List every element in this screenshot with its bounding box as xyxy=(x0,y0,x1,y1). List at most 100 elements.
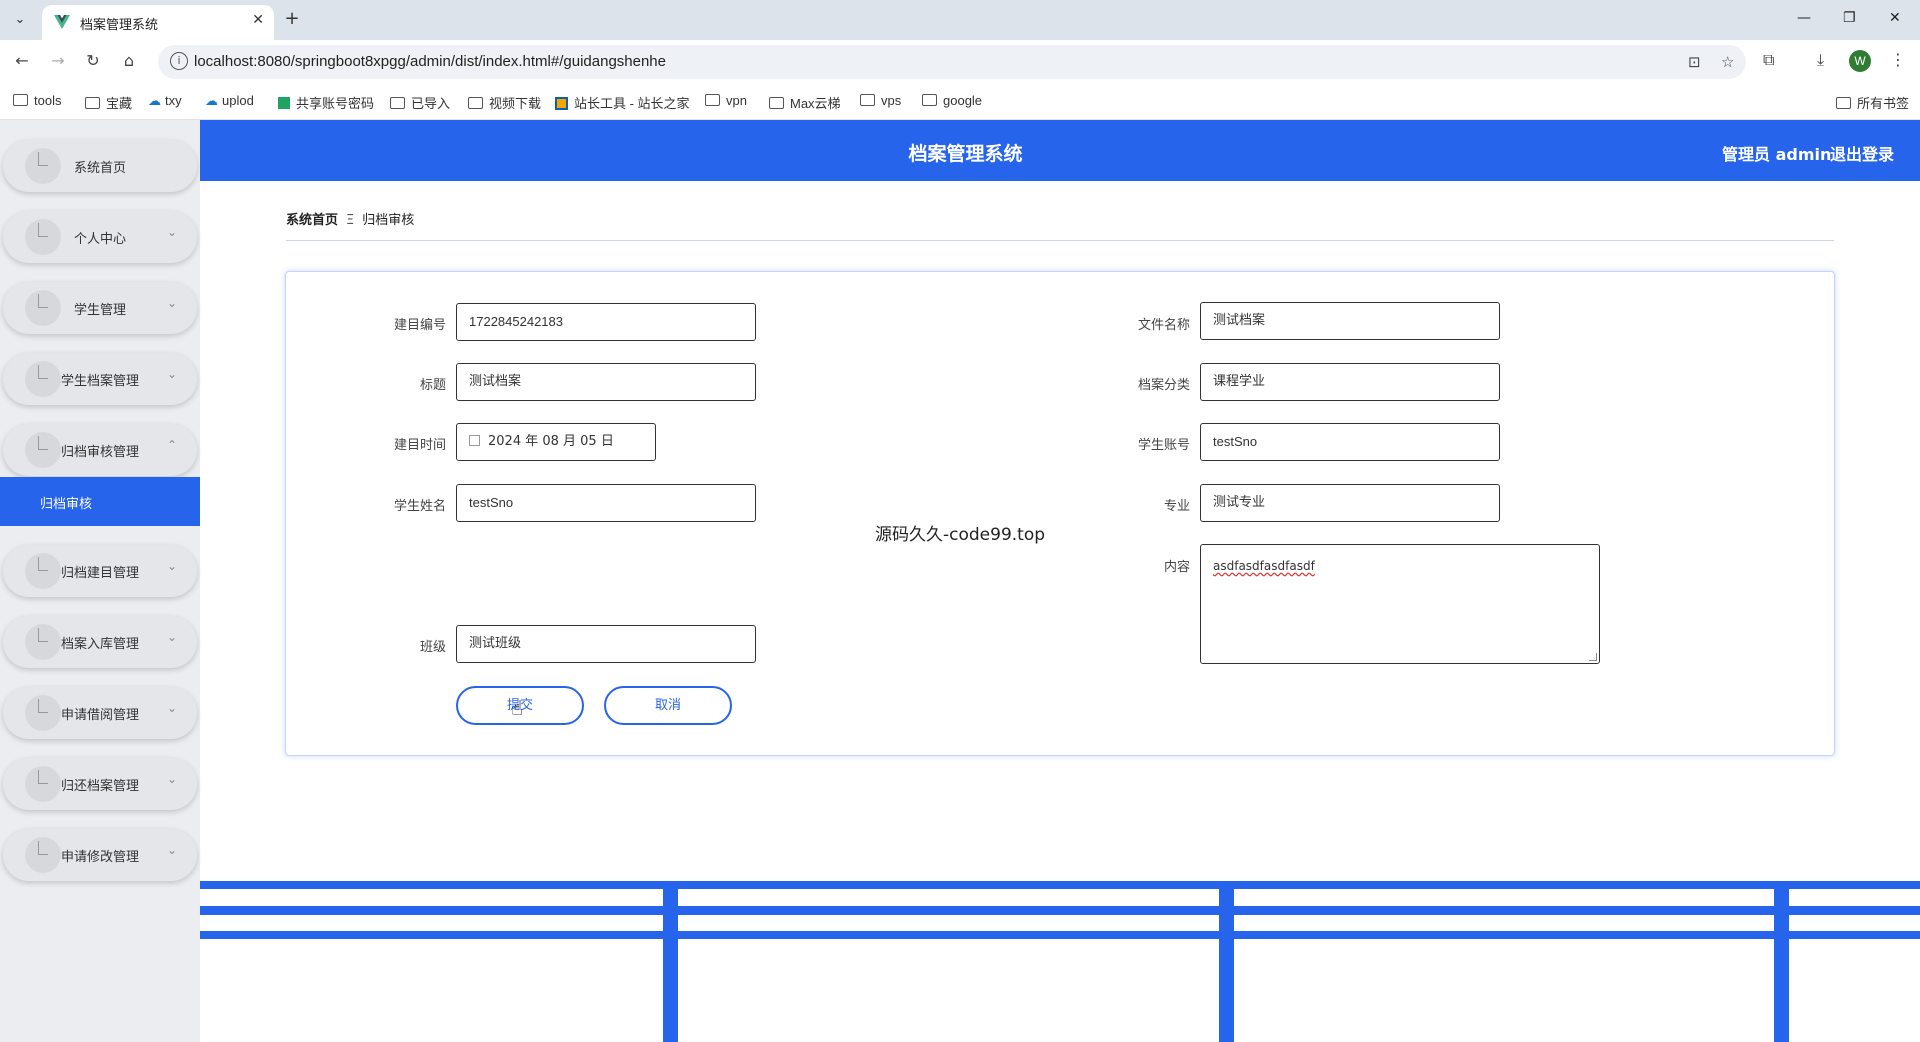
bookmark-treasure[interactable]: 宝藏 xyxy=(85,93,132,112)
category-label: 档案分类 xyxy=(1137,378,1190,393)
app-header: 档案管理系统 管理员 admin 退出登录 xyxy=(200,120,1920,181)
tab-close-icon[interactable]: ✕ xyxy=(252,12,264,28)
sidebar-item-student-management[interactable]: 学生管理 ⌄ xyxy=(3,282,197,334)
sidebar-item-return-archive-management[interactable]: 归还档案管理 ⌄ xyxy=(3,758,197,810)
bookmark-uplod[interactable]: ☁ uplod xyxy=(205,93,254,109)
cloud-icon: ☁ xyxy=(148,93,161,108)
class-label: 班级 xyxy=(419,640,446,655)
site-info-icon[interactable]: i xyxy=(170,52,188,70)
cloud-icon: ☁ xyxy=(205,93,218,108)
category-field[interactable]: 课程学业 xyxy=(1200,363,1500,401)
breadcrumb-home[interactable]: 系统首页 xyxy=(286,213,338,228)
chevron-down-icon: ⌄ xyxy=(166,772,177,786)
folder-icon xyxy=(922,94,937,106)
chevron-down-icon: ⌄ xyxy=(166,559,177,573)
url-text[interactable]: localhost:8080/springboot8xpgg/admin/dis… xyxy=(194,53,666,70)
bookmark-tools[interactable]: tools xyxy=(13,93,61,108)
bookmark-vpn[interactable]: vpn xyxy=(705,93,747,108)
browser-tab[interactable]: 档案管理系统 ✕ xyxy=(42,5,274,40)
resize-grip-icon[interactable] xyxy=(1589,653,1597,661)
bookmark-shared-accounts[interactable]: 共享账号密码 xyxy=(278,93,374,112)
admin-label: 管理员 admin xyxy=(1722,145,1832,164)
file-name-field[interactable]: 测试档案 xyxy=(1200,302,1500,340)
chevron-down-icon: ⌄ xyxy=(166,225,177,239)
minimize-icon[interactable]: — xyxy=(1797,10,1811,26)
cancel-button[interactable]: 取消 xyxy=(604,686,732,725)
folder-icon xyxy=(390,97,405,109)
app-title: 档案管理系统 xyxy=(908,143,1023,165)
student-account-label: 学生账号 xyxy=(1137,438,1190,453)
title-field[interactable]: 测试档案 xyxy=(456,363,756,401)
sidebar-item-archive-catalog-management[interactable]: 归档建目管理 ⌄ xyxy=(3,545,197,597)
catalog-time-field[interactable]: 2024 年 08 月 05 日 xyxy=(456,423,656,461)
vue-logo-icon xyxy=(54,15,70,29)
all-bookmarks[interactable]: 所有书签 xyxy=(1836,93,1909,112)
calendar-icon xyxy=(469,435,480,446)
sidebar-item-personal-center[interactable]: 个人中心 ⌄ xyxy=(3,211,197,263)
catalog-time-label: 建目时间 xyxy=(393,438,446,453)
folder-icon xyxy=(705,94,720,106)
major-field[interactable]: 测试专业 xyxy=(1200,484,1500,522)
sidebar-subitem-archive-review[interactable]: 归档审核 xyxy=(0,477,200,526)
sidebar-item-modify-request-management[interactable]: 申请修改管理 ⌄ xyxy=(3,829,197,881)
sheet-icon xyxy=(278,97,290,109)
extensions-icon[interactable]: ⧉ xyxy=(1763,50,1774,70)
bookmark-imported[interactable]: 已导入 xyxy=(390,93,450,112)
back-icon[interactable]: ← xyxy=(11,51,33,70)
catalog-time-value: 2024 年 08 月 05 日 xyxy=(488,434,614,449)
bookmarks-bar: tools 宝藏 ☁ txy ☁ uplod 共享账号密码 已导入 视频下载 站长工… xyxy=(0,84,1920,120)
footer-post-3 xyxy=(1774,883,1789,1042)
chevron-up-icon: ⌃ xyxy=(166,438,177,452)
footer-bar-bottom xyxy=(200,931,1920,939)
bookmark-txy[interactable]: ☁ txy xyxy=(148,93,182,109)
breadcrumb-current: 归档审核 xyxy=(362,213,415,228)
bookmark-webmaster-tools[interactable]: 站长工具 - 站长之家 xyxy=(555,93,690,112)
reload-icon[interactable]: ↻ xyxy=(82,51,104,70)
profile-avatar[interactable]: W xyxy=(1849,50,1871,72)
class-field[interactable]: 测试班级 xyxy=(456,625,756,663)
sidebar-item-borrow-request-management[interactable]: 申请借阅管理 ⌄ xyxy=(3,687,197,739)
browser-toolbar: ← → ↻ ⌂ i localhost:8080/springboot8xpgg… xyxy=(0,40,1920,84)
footer-post-1 xyxy=(663,883,678,1042)
window-close-icon[interactable]: ✕ xyxy=(1889,10,1901,26)
student-name-field[interactable]: testSno xyxy=(456,484,756,522)
address-bar[interactable]: i localhost:8080/springboot8xpgg/admin/d… xyxy=(158,45,1746,79)
sidebar-item-archive-storage-management[interactable]: 档案入库管理 ⌄ xyxy=(3,616,197,668)
download-icon[interactable]: ⤓ xyxy=(1817,50,1824,70)
bookmark-google[interactable]: google xyxy=(922,93,982,108)
catalog-no-label: 建目编号 xyxy=(393,318,446,333)
major-label: 专业 xyxy=(1163,499,1190,514)
chevron-down-icon: ⌄ xyxy=(166,701,177,715)
sidebar-item-student-archive-management[interactable]: 学生档案管理 ⌄ xyxy=(3,353,197,405)
tab-list-chevron-icon[interactable]: ⌄ xyxy=(10,10,30,30)
chevron-down-icon: ⌄ xyxy=(166,843,177,857)
screenshot-icon[interactable]: ⊡ xyxy=(1688,53,1701,71)
watermark-text: 源码久久-code99.top xyxy=(875,525,1046,545)
folder-icon xyxy=(468,97,483,109)
footer-bar-top xyxy=(200,881,1920,889)
bookmark-star-icon[interactable]: ☆ xyxy=(1721,53,1734,71)
content-textarea[interactable]: asdfasdfasdfasdf xyxy=(1200,544,1600,664)
hand-cursor-icon: ☝ xyxy=(511,696,524,720)
logout-link[interactable]: 退出登录 xyxy=(1830,141,1894,165)
breadcrumb: 系统首页 Ξ 归档审核 xyxy=(286,209,414,228)
chevron-down-icon: ⌄ xyxy=(166,296,177,310)
folder-icon xyxy=(85,97,100,109)
menu-icon[interactable]: ⋮ xyxy=(1890,50,1906,69)
content-text: asdfasdfasdfasdf xyxy=(1213,559,1315,573)
sidebar-item-home[interactable]: 系统首页 xyxy=(3,140,197,192)
footer-post-2 xyxy=(1219,883,1234,1042)
footer-bar-middle xyxy=(200,906,1920,915)
content-label: 内容 xyxy=(1163,560,1190,575)
bookmark-max-ladder[interactable]: Max云梯 xyxy=(769,93,841,112)
bookmark-vps[interactable]: vps xyxy=(860,93,901,108)
file-name-label: 文件名称 xyxy=(1137,318,1190,333)
student-account-field[interactable]: testSno xyxy=(1200,423,1500,461)
new-tab-icon[interactable]: + xyxy=(282,9,302,29)
catalog-no-field[interactable]: 1722845242183 xyxy=(456,303,756,341)
bookmark-video-download[interactable]: 视频下载 xyxy=(468,93,541,112)
home-icon[interactable]: ⌂ xyxy=(118,51,140,70)
restore-icon[interactable]: ❐ xyxy=(1843,10,1856,26)
sidebar-item-archive-review-management[interactable]: 归档审核管理 ⌃ xyxy=(3,424,197,476)
forward-icon[interactable]: → xyxy=(47,51,69,70)
